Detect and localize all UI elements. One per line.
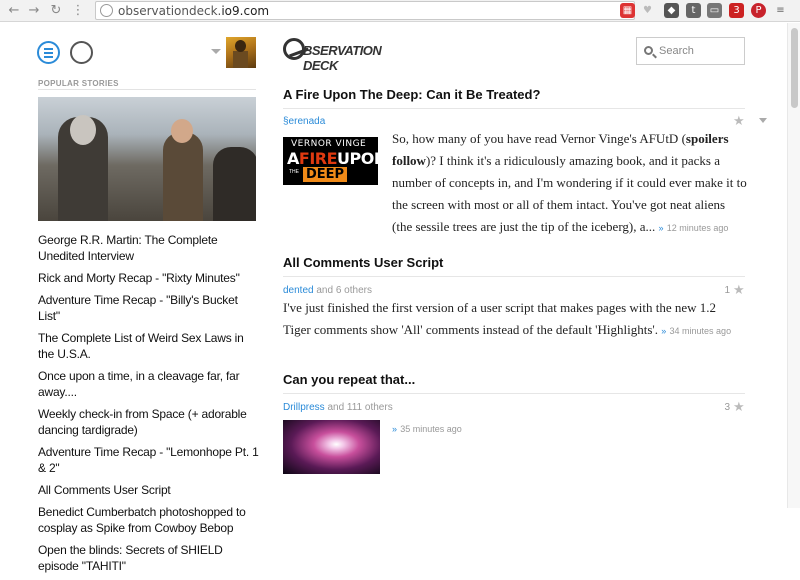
story-link[interactable]: Once upon a time, in a cleavage far, far… <box>38 368 260 400</box>
others-count: and 6 others <box>316 285 372 296</box>
site-logo[interactable]: BSERVATION DECK <box>283 37 393 73</box>
back-icon[interactable]: ← <box>6 3 22 19</box>
story-link[interactable]: Open the blinds: Secrets of SHIELD episo… <box>38 542 260 574</box>
post-image[interactable]: VERNOR VINGE AFIREUPON THE DEEP <box>283 137 378 185</box>
read-more-link[interactable]: » <box>661 326 666 336</box>
others-count: and 111 others <box>327 402 393 413</box>
hamburger-menu-button[interactable] <box>37 41 60 64</box>
read-more-link[interactable]: » <box>659 223 664 233</box>
menu-icon[interactable]: ≡ <box>773 3 788 18</box>
post-excerpt: I've just finished the first version of … <box>283 300 732 337</box>
post-excerpt: So, how many of you have read Vernor Vin… <box>392 131 747 234</box>
chevron-down-icon[interactable] <box>211 49 221 54</box>
search-box[interactable] <box>636 37 745 65</box>
featured-story-image[interactable] <box>38 97 256 221</box>
author-link[interactable]: §erenada <box>283 116 325 127</box>
logo-mark <box>283 38 305 60</box>
shield-extension-icon[interactable]: ◆ <box>664 3 679 18</box>
divider <box>283 276 745 277</box>
reply-count: 3 <box>724 402 730 413</box>
post-image[interactable] <box>283 420 380 474</box>
author-link[interactable]: dented <box>283 285 314 296</box>
story-link[interactable]: All Comments User Script <box>38 482 260 498</box>
avatar[interactable] <box>226 37 256 68</box>
story-link[interactable]: Adventure Time Recap - "Lemonhope Pt. 1 … <box>38 444 260 476</box>
timestamp: 12 minutes ago <box>666 223 729 233</box>
reply-count: 1 <box>724 285 730 296</box>
popular-stories-list: George R.R. Martin: The Complete Unedite… <box>38 232 260 580</box>
star-icon[interactable]: ★ <box>733 114 745 129</box>
chevron-down-icon[interactable] <box>759 118 767 123</box>
forward-icon[interactable]: → <box>26 3 42 19</box>
story-link[interactable]: George R.R. Martin: The Complete Unedite… <box>38 232 260 264</box>
heart-icon[interactable]: ♥ <box>640 3 655 18</box>
logo-text: BSERVATION DECK <box>303 43 382 73</box>
pinterest-icon[interactable]: P <box>751 3 766 18</box>
screen-extension-icon[interactable]: ▭ <box>707 3 722 18</box>
divider <box>38 89 256 90</box>
timestamp: 35 minutes ago <box>400 424 462 434</box>
globe-icon <box>100 4 113 17</box>
post-meta: » 35 minutes ago <box>392 417 592 440</box>
apps-icon[interactable]: ⋮ <box>70 3 86 19</box>
grid-extension-icon[interactable]: ▦ <box>620 3 635 18</box>
post-title[interactable]: Can you repeat that... <box>283 372 415 387</box>
scrollbar[interactable] <box>787 23 800 508</box>
divider <box>283 393 745 394</box>
story-link[interactable]: Rick and Morty Recap - "Rixty Minutes" <box>38 270 260 286</box>
post-author-line: Drillpress and 111 others <box>283 402 393 413</box>
browser-toolbar: ← → ↻ ⋮ observationdeck.io9.com ▦ ♥ ◆ t … <box>0 0 800 22</box>
star-icon[interactable]: ★ <box>733 400 745 415</box>
star-icon[interactable]: ★ <box>733 283 745 298</box>
author-link[interactable]: Drillpress <box>283 402 325 413</box>
read-more-link[interactable]: » <box>392 424 397 434</box>
story-link[interactable]: Benedict Cumberbatch photoshopped to cos… <box>38 504 260 536</box>
reload-icon[interactable]: ↻ <box>48 3 64 19</box>
tweet-extension-icon[interactable]: t <box>686 3 701 18</box>
post-author-line: §erenada <box>283 116 325 127</box>
post-author-line: dented and 6 others <box>283 285 372 296</box>
popular-stories-label: POPULAR STORIES <box>38 79 119 88</box>
adblock-icon[interactable]: 3 <box>729 3 744 18</box>
profile-circle-button[interactable] <box>70 41 93 64</box>
post-title[interactable]: A Fire Upon The Deep: Can it Be Treated? <box>283 87 540 102</box>
post-title[interactable]: All Comments User Script <box>283 255 443 270</box>
timestamp: 34 minutes ago <box>669 326 732 336</box>
search-input[interactable] <box>659 43 739 59</box>
search-icon <box>644 46 653 55</box>
address-bar[interactable]: observationdeck.io9.com <box>95 1 635 20</box>
story-link[interactable]: Weekly check-in from Space (+ adorable d… <box>38 406 260 438</box>
story-link[interactable]: The Complete List of Weird Sex Laws in t… <box>38 330 260 362</box>
scrollbar-thumb[interactable] <box>791 28 798 108</box>
url-text: observationdeck.io9.com <box>118 4 270 18</box>
divider <box>283 108 745 109</box>
story-link[interactable]: Adventure Time Recap - "Billy's Bucket L… <box>38 292 260 324</box>
